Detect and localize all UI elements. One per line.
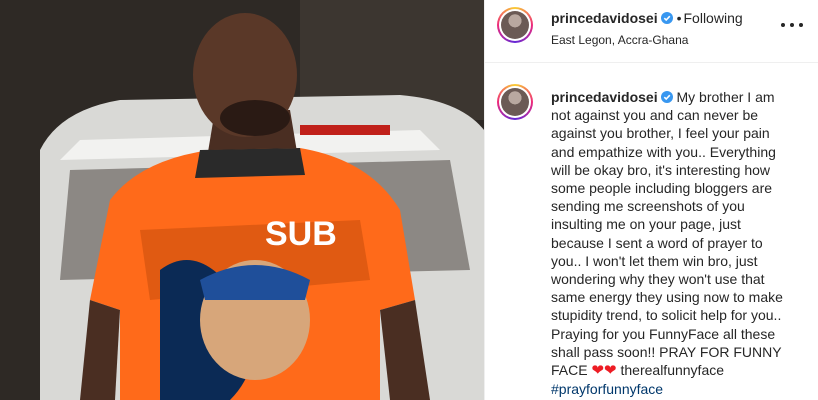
post-photo[interactable]: SUB — [0, 0, 484, 400]
verified-badge-icon — [660, 91, 673, 103]
location-link[interactable]: East Legon, Accra-Ghana — [551, 33, 688, 47]
photo-illustration: SUB — [0, 0, 484, 400]
hashtag-link[interactable]: #prayforfunnyface — [551, 381, 663, 397]
heart-emoji-icon: ❤❤ — [591, 362, 617, 380]
caption-body: My brother I am not against you and can … — [551, 89, 783, 379]
header-user-row: princedavidosei • Following — [551, 10, 743, 28]
header-avatar[interactable] — [497, 7, 533, 43]
caption-section: princedavidosei My brother I am not agai… — [485, 70, 818, 400]
caption-text-block: princedavidosei My brother I am not agai… — [551, 88, 783, 398]
more-options-icon[interactable] — [781, 18, 803, 32]
header-username[interactable]: princedavidosei — [551, 10, 658, 26]
post-header: princedavidosei • Following East Legon, Ac… — [485, 0, 818, 63]
mention-link[interactable]: therealfunnyface — [621, 362, 725, 378]
instagram-post: SUB princedavidosei • Following East Legon… — [0, 0, 818, 400]
svg-text:SUB: SUB — [265, 215, 337, 253]
verified-badge-icon — [660, 12, 673, 24]
post-side-panel: princedavidosei • Following East Legon, Ac… — [484, 0, 818, 400]
caption-username[interactable]: princedavidosei — [551, 89, 658, 105]
separator-dot: • — [676, 10, 682, 26]
following-button[interactable]: Following — [684, 10, 743, 26]
caption-avatar[interactable] — [497, 84, 533, 120]
